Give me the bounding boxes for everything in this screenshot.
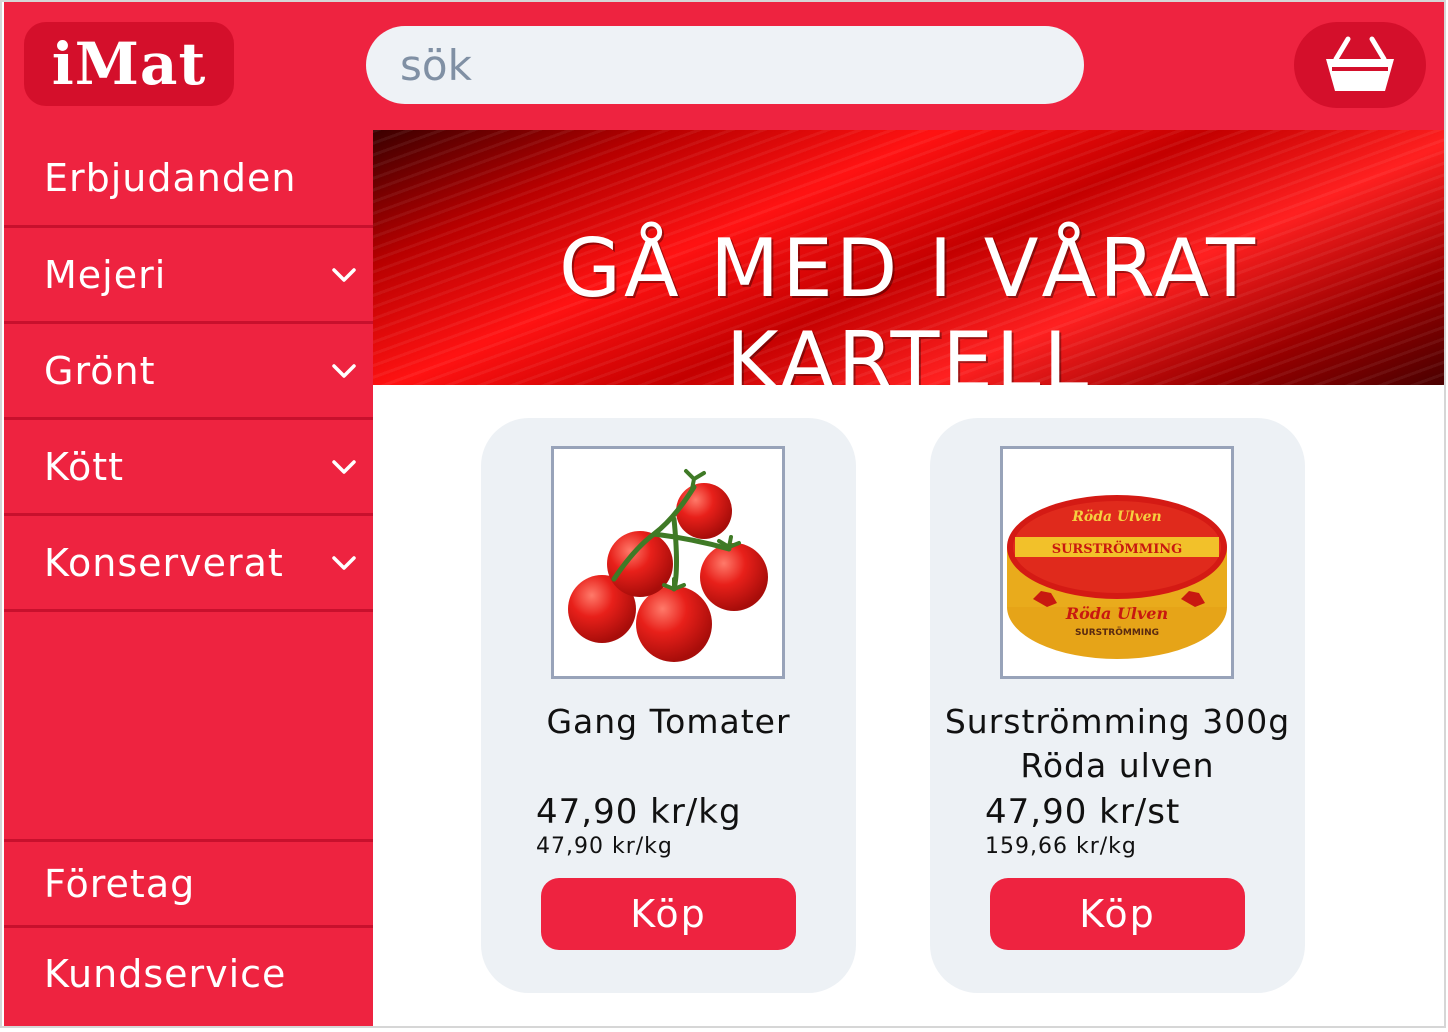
sidebar-item-gront[interactable]: Grönt — [4, 324, 373, 417]
sidebar-item-foretag[interactable]: Företag — [4, 842, 373, 926]
search-input[interactable] — [366, 26, 1084, 104]
product-unit-price: 47,90 kr/kg — [536, 834, 673, 859]
divider — [4, 609, 373, 612]
product-card: SURSTRÖMMING Röda Ulven Röda Ulven SURST… — [930, 418, 1305, 993]
sidebar-item-mejeri[interactable]: Mejeri — [4, 228, 373, 321]
sidebar-item-kott[interactable]: Kött — [4, 420, 373, 513]
sidebar-item-label: Kött — [44, 444, 125, 489]
product-image[interactable]: SURSTRÖMMING Röda Ulven Röda Ulven SURST… — [1000, 446, 1234, 679]
cart-button[interactable] — [1294, 22, 1426, 108]
chevron-down-icon — [332, 363, 356, 378]
product-image[interactable] — [551, 446, 785, 679]
sidebar-item-erbjudanden[interactable]: Erbjudanden — [4, 130, 373, 225]
category-sidebar: Erbjudanden Mejeri Grönt Kött Konservera… — [4, 130, 373, 1028]
chevron-down-icon — [332, 555, 356, 570]
sidebar-item-label: Företag — [44, 862, 196, 906]
shopping-basket-icon — [1326, 36, 1394, 91]
sidebar-item-konserverat[interactable]: Konserverat — [4, 516, 373, 609]
top-header: iMat — [4, 0, 1444, 130]
page: iMat Erbjudanden Mejeri Grönt Kött — [0, 0, 1448, 1032]
tomato-image — [568, 469, 768, 662]
sidebar-item-label: Kundservice — [44, 952, 287, 996]
buy-button[interactable]: Köp — [541, 878, 796, 950]
can-brand-label-top: Röda Ulven — [1071, 509, 1161, 525]
imat-logo[interactable]: iMat — [24, 22, 234, 106]
promo-banner[interactable]: GÅ MED I VÅRAT KARTELL — [373, 130, 1444, 385]
surstromming-can-image: SURSTRÖMMING Röda Ulven Röda Ulven SURST… — [1007, 495, 1227, 659]
banner-text: GÅ MED I VÅRAT KARTELL — [559, 222, 1258, 385]
sidebar-item-label: Grönt — [44, 348, 156, 393]
product-unit-price: 159,66 kr/kg — [985, 834, 1137, 859]
can-product-label: SURSTRÖMMING — [1052, 540, 1183, 557]
product-price: 47,90 kr/st — [985, 792, 1181, 832]
chevron-down-icon — [332, 267, 356, 282]
product-name: Surströmming 300g Röda ulven — [944, 702, 1291, 785]
product-card: Gang Tomater 47,90 kr/kg 47,90 kr/kg Köp — [481, 418, 856, 993]
product-price: 47,90 kr/kg — [536, 792, 742, 832]
chevron-down-icon — [332, 459, 356, 474]
sidebar-item-kundservice[interactable]: Kundservice — [4, 928, 373, 1020]
can-brand-label-side: Röda Ulven — [1065, 604, 1168, 623]
sidebar-item-label: Erbjudanden — [44, 155, 297, 200]
sidebar-item-label: Konserverat — [44, 540, 284, 585]
can-product-label-side: SURSTRÖMMING — [1075, 627, 1159, 638]
sidebar-item-label: Mejeri — [44, 252, 167, 297]
buy-button[interactable]: Köp — [990, 878, 1245, 950]
logo-text: iMat — [51, 30, 207, 98]
product-name: Gang Tomater — [546, 702, 791, 741]
